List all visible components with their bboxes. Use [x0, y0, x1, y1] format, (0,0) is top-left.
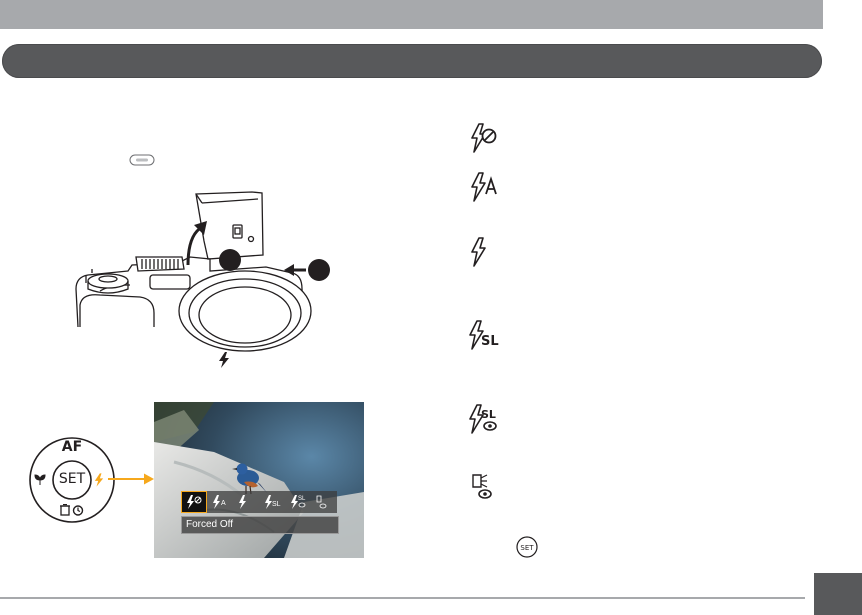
svg-text:SL: SL: [481, 408, 496, 421]
flash-dial-icon[interactable]: [94, 473, 104, 487]
flash-forced-icon: [471, 237, 486, 267]
arrow-right-icon: [108, 473, 154, 485]
flash-button-icon: [129, 154, 155, 166]
flash-slow-sync-icon: SL: [469, 320, 499, 350]
flash-auto-icon: [471, 172, 497, 202]
svg-text:SL: SL: [298, 496, 306, 502]
page-number-tab: [814, 573, 862, 615]
svg-text:A: A: [221, 500, 226, 507]
camera-preview-screen: A SL SL Forced Off: [154, 402, 364, 558]
camera-flash-illustration: [75, 191, 330, 352]
svg-text:SL: SL: [481, 334, 499, 349]
control-dial[interactable]: AF SET: [28, 436, 116, 524]
macro-icon[interactable]: [34, 474, 46, 486]
svg-text:SET: SET: [520, 544, 534, 552]
flash-slow-sync-red-eye-icon: SL: [469, 404, 497, 434]
flash-forced-off-icon: [471, 123, 497, 153]
red-eye-reduction-icon: [472, 474, 492, 499]
dial-top-label[interactable]: AF: [28, 439, 116, 455]
page-header-band: [0, 0, 823, 29]
flash-icon: [219, 352, 229, 368]
delete-self-timer-icon[interactable]: [59, 504, 85, 516]
flash-mode-strip: A SL SL: [181, 491, 337, 513]
footer-rule: [0, 597, 805, 599]
selected-mode-label: Forced Off: [181, 516, 339, 534]
svg-text:SL: SL: [272, 501, 281, 508]
section-title-bar: [2, 44, 822, 78]
set-button-icon: SET: [516, 536, 538, 558]
